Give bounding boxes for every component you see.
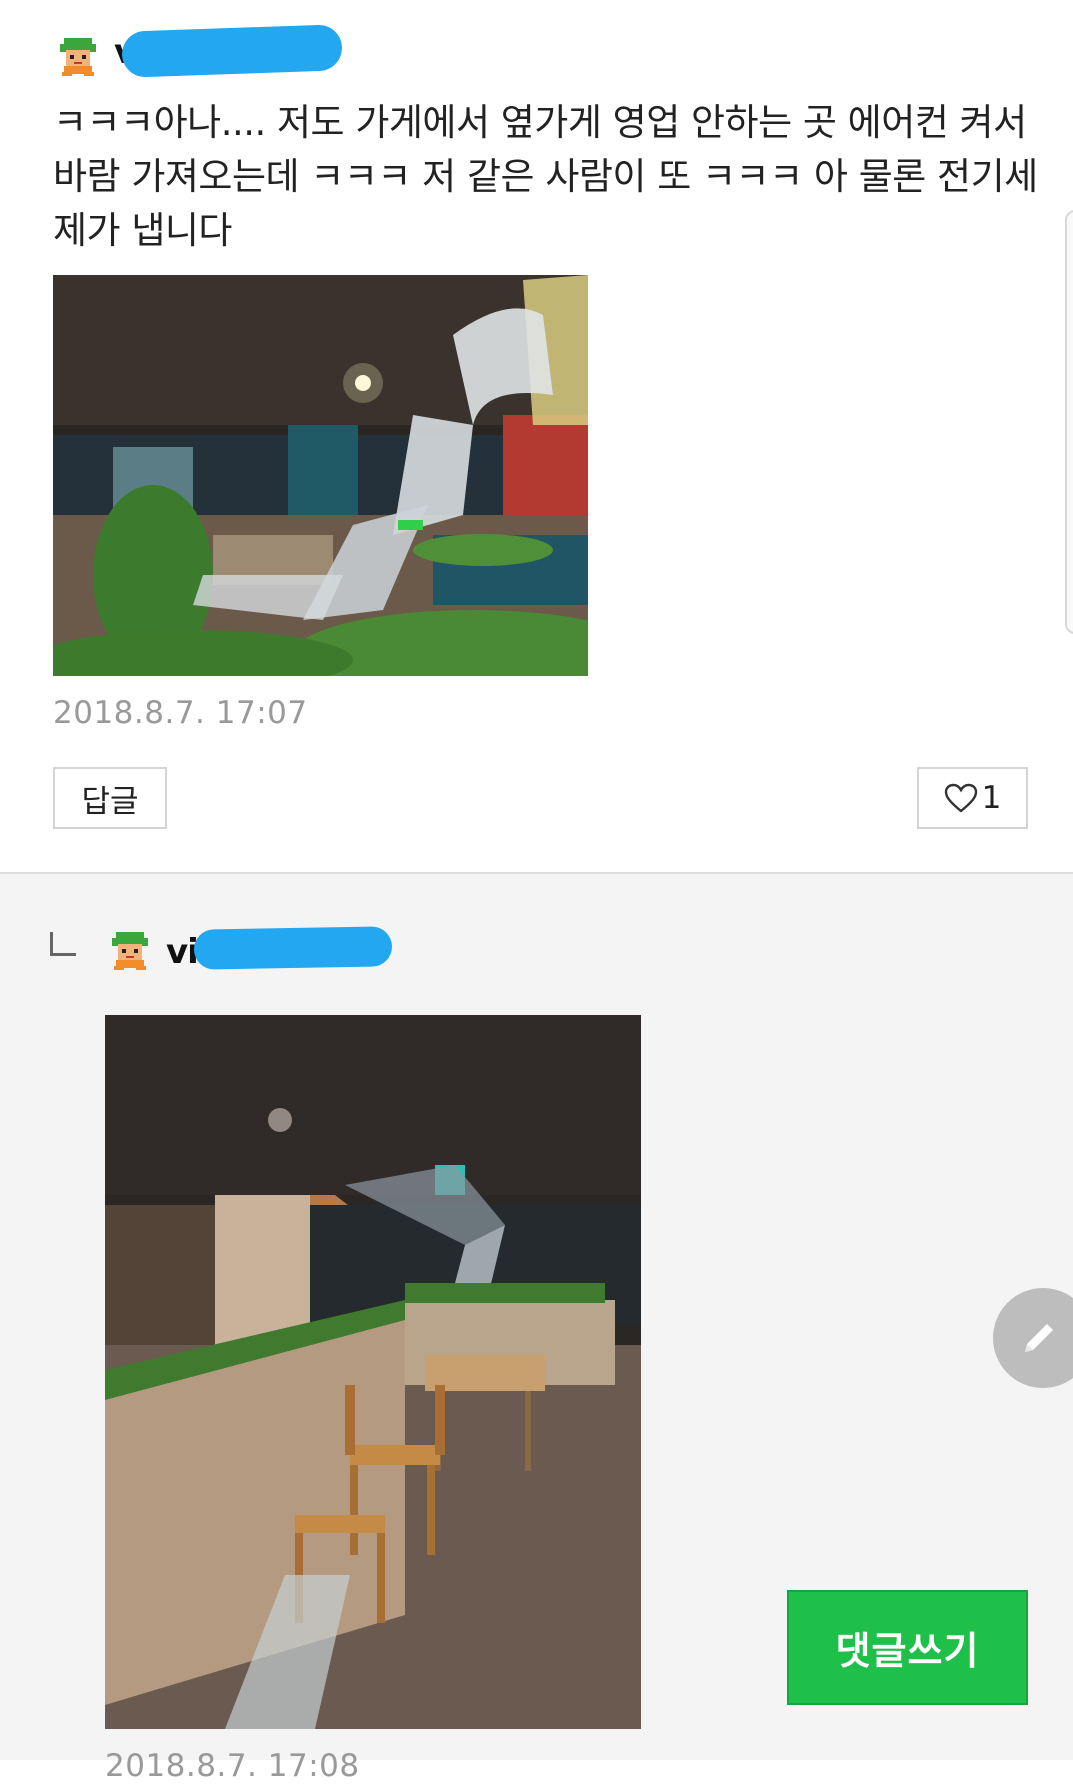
reply-button[interactable]: 답글 <box>53 767 167 829</box>
comment-timestamp: 2018.8.7. 17:07 <box>53 695 308 731</box>
user-avatar-icon[interactable] <box>56 34 100 78</box>
comment-text: ㅋㅋㅋ아나.... 저도 가게에서 옆가게 영업 안하는 곳 에어컨 켜서 바람… <box>53 101 1038 252</box>
user-avatar-icon[interactable] <box>108 928 152 972</box>
pencil-icon <box>1025 1324 1053 1352</box>
write-comment-label: 댓글쓰기 <box>835 1629 980 1673</box>
reply-button-label: 답글 <box>81 783 139 820</box>
redaction-mark <box>121 24 343 78</box>
comment-item: vi ㅋㅋㅋ아나.... 저도 가게에서 옆가게 영업 안하는 곳 에어컨 켜서… <box>0 0 1073 872</box>
comment-username[interactable]: vi <box>166 932 199 972</box>
redaction-mark <box>193 926 393 970</box>
like-count: 1 <box>981 780 1002 816</box>
reply-indicator-icon <box>50 932 76 956</box>
comment-timestamp: 2018.8.7. 17:08 <box>105 1748 360 1784</box>
comment-photo[interactable] <box>105 1015 641 1729</box>
write-comment-button[interactable]: 댓글쓰기 <box>787 1590 1028 1705</box>
scroll-indicator[interactable] <box>1065 210 1073 634</box>
heart-icon <box>944 783 977 813</box>
comment-photo[interactable] <box>53 275 588 676</box>
like-button[interactable]: 1 <box>917 767 1028 829</box>
